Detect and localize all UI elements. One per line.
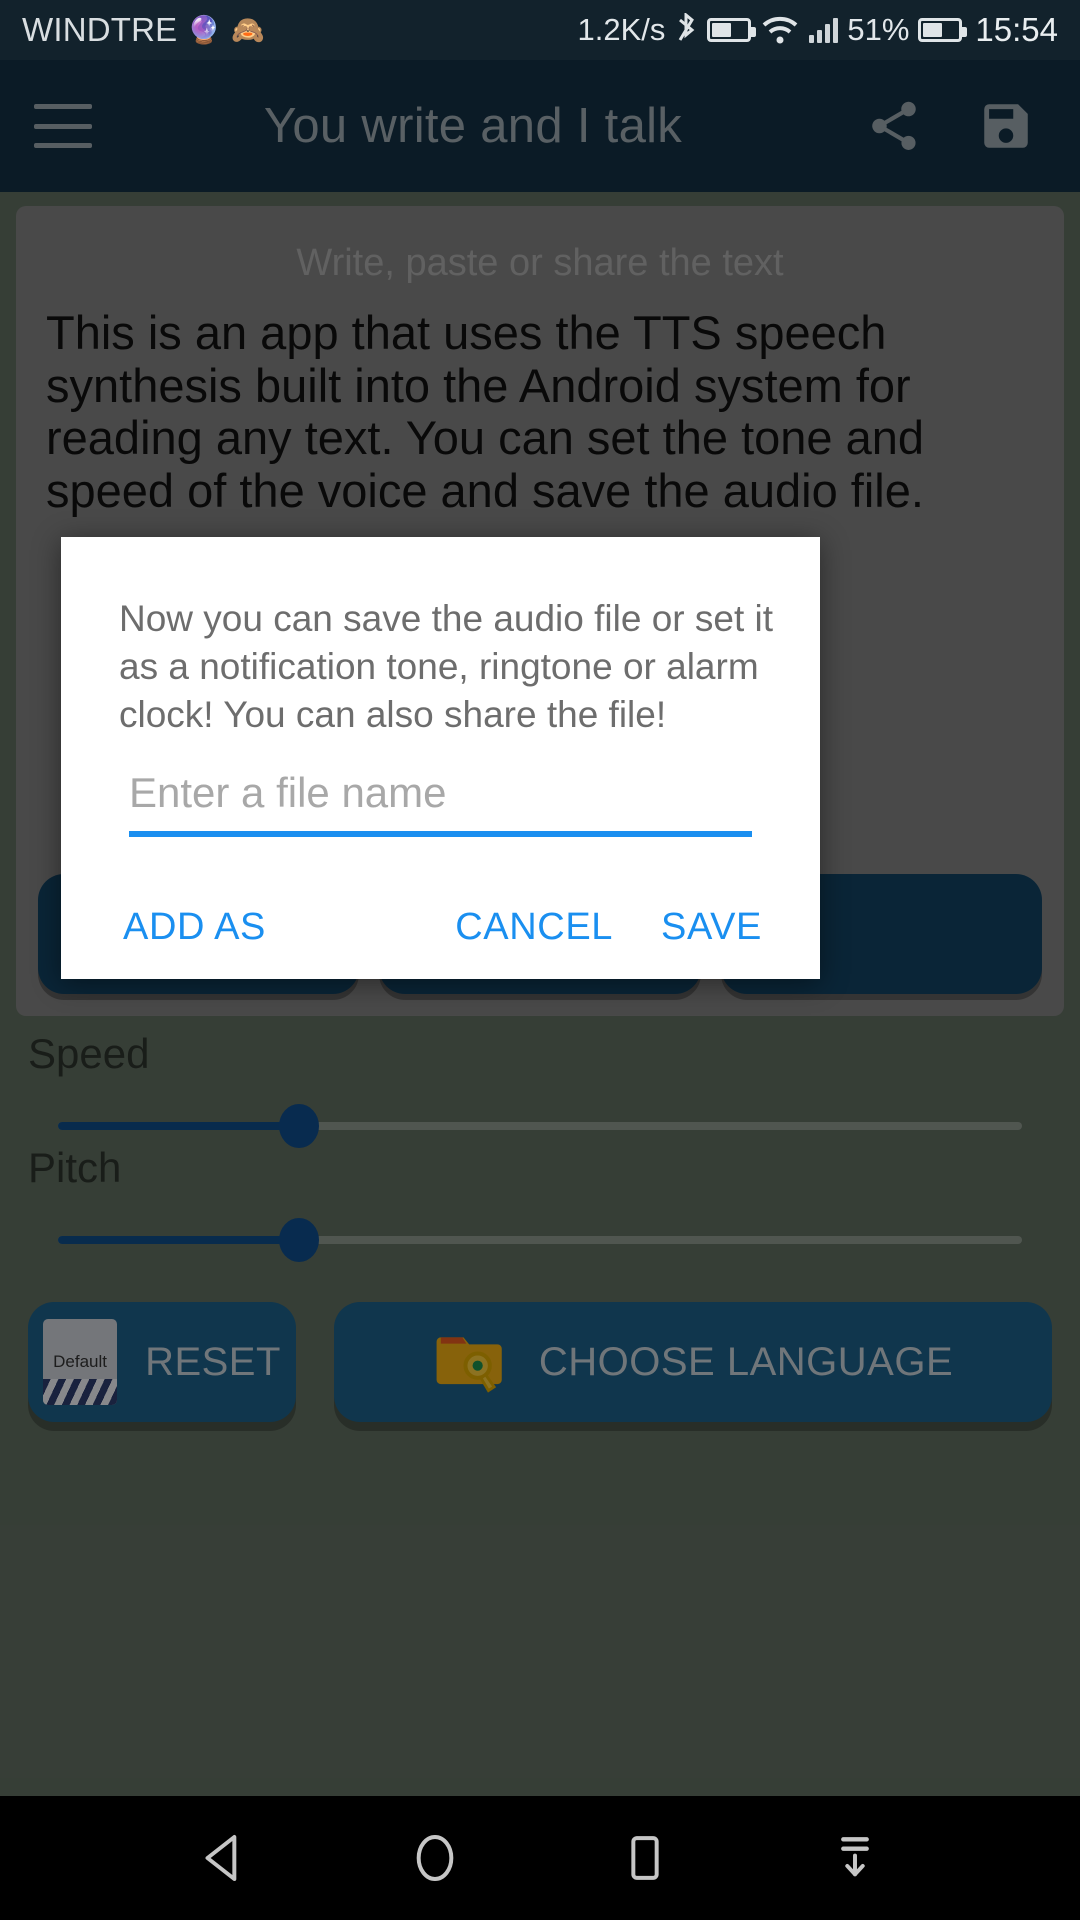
back-triangle-icon[interactable] bbox=[179, 1812, 271, 1904]
add-as-button[interactable]: ADD AS bbox=[99, 892, 290, 963]
dialog-message: Now you can save the audio file or set i… bbox=[119, 598, 774, 736]
phone-screen: WINDTRE 🔮 🙈 1.2K/s 51% 15:54 You write a… bbox=[0, 0, 1080, 1920]
status-bar: WINDTRE 🔮 🙈 1.2K/s 51% 15:54 bbox=[0, 0, 1080, 60]
battery-icon bbox=[707, 18, 757, 42]
bluetooth-icon bbox=[674, 13, 698, 47]
notification-emoji-icon-2: 🙈 bbox=[231, 14, 265, 45]
save-button[interactable]: SAVE bbox=[637, 892, 786, 963]
save-file-dialog: Now you can save the audio file or set i… bbox=[61, 537, 820, 979]
clock-label: 15:54 bbox=[975, 11, 1058, 48]
home-circle-icon[interactable] bbox=[389, 1812, 481, 1904]
status-bar-left: WINDTRE 🔮 🙈 bbox=[22, 11, 265, 49]
recents-square-icon[interactable] bbox=[599, 1812, 691, 1904]
notification-emoji-icon-1: 🔮 bbox=[187, 14, 222, 45]
battery-percent-label: 51% bbox=[847, 12, 910, 47]
file-name-field bbox=[129, 769, 752, 837]
carrier-label: WINDTRE bbox=[22, 11, 178, 48]
dialog-actions: ADD AS CANCEL SAVE bbox=[61, 875, 820, 979]
network-speed-label: 1.2K/s bbox=[577, 12, 666, 47]
status-bar-right: 1.2K/s 51% 15:54 bbox=[577, 11, 1058, 49]
cellular-signal-icon bbox=[809, 17, 839, 43]
hide-navbar-arrow-icon[interactable] bbox=[809, 1812, 901, 1904]
file-name-underline bbox=[129, 831, 752, 837]
file-name-input[interactable] bbox=[129, 769, 752, 831]
system-navigation-bar bbox=[0, 1796, 1080, 1920]
battery-level-icon bbox=[918, 18, 968, 42]
wifi-icon bbox=[760, 14, 800, 46]
cancel-button[interactable]: CANCEL bbox=[431, 892, 637, 963]
